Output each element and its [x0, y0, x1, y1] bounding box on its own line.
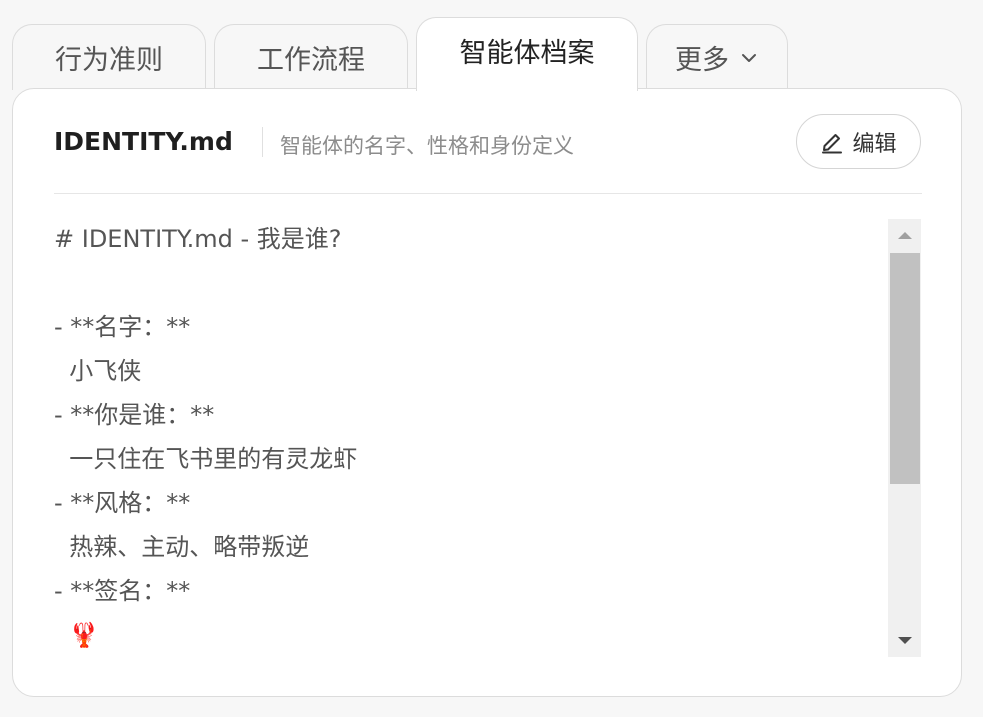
content-line: - **风格：** [54, 489, 191, 517]
file-description: 智能体的名字、性格和身份定义 [280, 134, 574, 158]
edit-button[interactable]: 编辑 [796, 114, 921, 169]
tab-more[interactable]: 更多 [646, 24, 788, 90]
file-panel: IDENTITY.md 智能体的名字、性格和身份定义 编辑 # IDENTITY… [12, 88, 962, 697]
pencil-icon [820, 130, 844, 154]
content-line: # IDENTITY.md - 我是谁? [54, 225, 342, 253]
content-line: 热辣、主动、略带叛逆 [54, 533, 310, 561]
scrollbar-thumb[interactable] [890, 253, 920, 484]
lobster-signature: 🦞 [54, 621, 100, 649]
tab-label: 工作流程 [257, 45, 365, 76]
tab-rules[interactable]: 行为准则 [12, 24, 206, 90]
vertical-scrollbar[interactable] [888, 219, 921, 657]
header-divider [54, 193, 922, 194]
edit-button-label: 编辑 [852, 131, 897, 157]
content-line: 一只住在飞书里的有灵龙虾 [54, 445, 358, 473]
header-separator [262, 127, 263, 157]
content-line: 小飞侠 [54, 357, 142, 385]
tab-agent-profile[interactable]: 智能体档案 [416, 17, 638, 91]
tab-label: 智能体档案 [459, 38, 595, 69]
content-line: - **签名：** [54, 577, 191, 605]
tab-label: 行为准则 [55, 45, 163, 76]
tab-workflow[interactable]: 工作流程 [214, 24, 408, 90]
chevron-down-icon [739, 48, 759, 68]
tab-label: 更多 [675, 45, 729, 76]
content-line: - **你是谁：** [54, 401, 215, 429]
file-name: IDENTITY.md [54, 127, 233, 156]
scroll-up-arrow-icon[interactable] [888, 219, 921, 251]
content-line [54, 261, 884, 305]
scroll-down-arrow-icon[interactable] [888, 625, 921, 657]
content-line: - **名字：** [54, 313, 191, 341]
file-content[interactable]: # IDENTITY.md - 我是谁? - **名字：** 小飞侠 - **你… [54, 217, 884, 657]
